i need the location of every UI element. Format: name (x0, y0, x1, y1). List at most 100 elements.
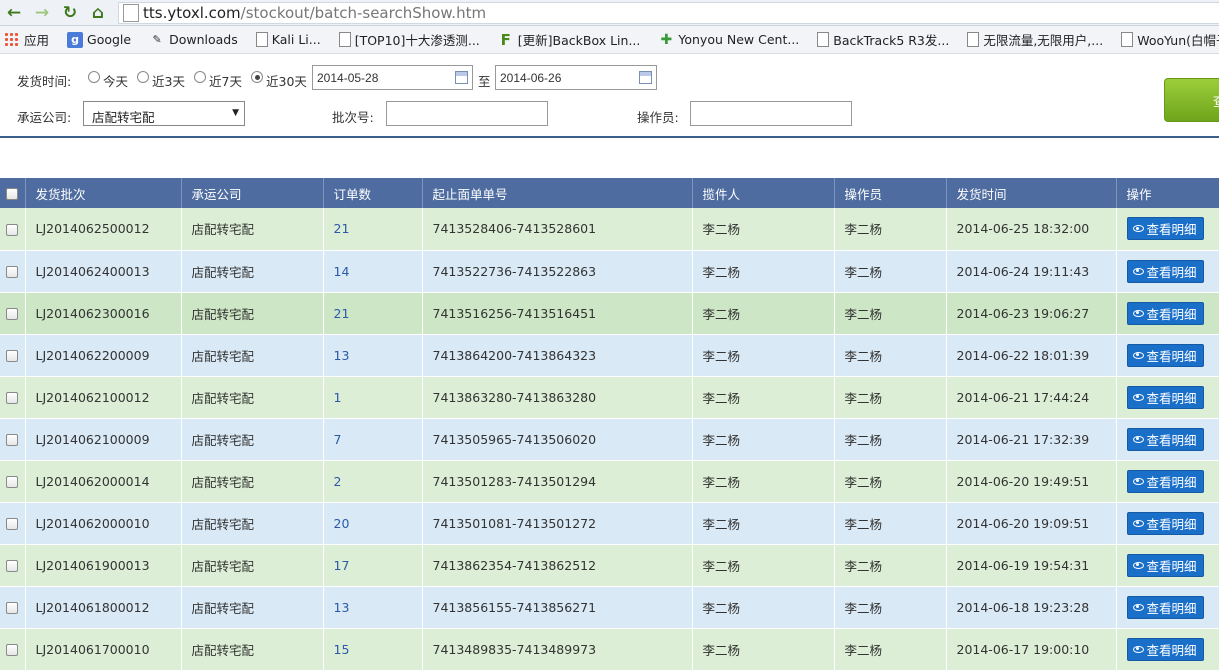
row-checkbox[interactable] (6, 266, 19, 278)
radio-7days[interactable] (194, 71, 206, 83)
bookmark-item[interactable]: ✚ Yonyou New Cent... (658, 32, 800, 48)
radio-3days[interactable] (137, 71, 149, 83)
browser-address-bar: ← → ↻ ⌂ tts.ytoxl.com/stockout/batch-sea… (0, 0, 1219, 26)
header-waybill-range[interactable]: 起止面单单号 (422, 178, 693, 208)
table-row: LJ2014061900013 店配转宅配 17 7413862354-7413862… (0, 544, 1219, 587)
orders-cell[interactable]: 2 (323, 460, 423, 503)
operator-cell: 李二杨 (834, 628, 947, 671)
home-icon[interactable]: ⌂ (84, 0, 112, 26)
ship-time-cell: 2014-06-23 19:06:27 (946, 292, 1117, 335)
row-checkbox[interactable] (6, 434, 19, 446)
orders-cell[interactable]: 15 (323, 628, 423, 671)
url-field[interactable]: tts.ytoxl.com/stockout/batch-searchShow.… (118, 1, 1219, 24)
search-button[interactable]: 查 (1164, 78, 1219, 122)
batch-cell: LJ2014062200009 (25, 334, 182, 377)
carrier-cell: 店配转宅配 (181, 502, 324, 545)
select-all-checkbox[interactable] (6, 188, 19, 200)
view-detail-button[interactable]: 查看明细 (1126, 259, 1204, 283)
header-ship-time[interactable]: 发货时间 (946, 178, 1117, 208)
back-arrow-icon[interactable]: ← (0, 0, 28, 26)
orders-cell[interactable]: 13 (323, 586, 423, 629)
carrier-select[interactable]: 店配转宅配 ▼ (83, 101, 245, 126)
date-to-input[interactable]: 2014-06-26 (495, 65, 657, 90)
view-detail-button[interactable]: 查看明细 (1126, 301, 1204, 325)
picker-cell: 李二杨 (692, 376, 835, 419)
view-detail-button[interactable]: 查看明细 (1126, 385, 1204, 409)
row-checkbox[interactable] (6, 476, 19, 488)
action-cell: 查看明细 (1116, 586, 1219, 629)
bookmark-label: 应用 (24, 33, 50, 48)
orders-cell[interactable]: 21 (323, 292, 423, 335)
orders-cell[interactable]: 7 (323, 418, 423, 461)
bookmark-item[interactable]: [TOP10]十大渗透测... (338, 30, 480, 49)
radio-30days[interactable] (251, 71, 263, 83)
view-detail-button[interactable]: 查看明细 (1126, 469, 1204, 493)
bookmark-item[interactable]: ✎ Downloads (149, 32, 238, 48)
waybill-range-cell: 7413856155-7413856271 (422, 586, 693, 629)
radio-today[interactable] (88, 71, 100, 83)
view-detail-button[interactable]: 查看明细 (1126, 427, 1204, 451)
row-checkbox[interactable] (6, 350, 19, 362)
header-batch[interactable]: 发货批次 (25, 178, 182, 208)
view-detail-button[interactable]: 查看明细 (1126, 511, 1204, 535)
reload-icon[interactable]: ↻ (56, 0, 84, 26)
row-select-cell (0, 208, 26, 251)
date-from-input[interactable]: 2014-05-28 (312, 65, 473, 90)
bookmark-item[interactable]: BackTrack5 R3发... (817, 30, 949, 49)
orders-cell[interactable]: 13 (323, 334, 423, 377)
view-detail-button[interactable]: 查看明细 (1126, 637, 1204, 661)
row-checkbox[interactable] (6, 223, 19, 236)
view-detail-button[interactable]: 查看明细 (1126, 553, 1204, 577)
orders-cell[interactable]: 20 (323, 502, 423, 545)
row-select-cell (0, 418, 26, 461)
page-icon (1121, 32, 1134, 47)
carrier-cell: 店配转宅配 (181, 460, 324, 503)
view-detail-label: 查看明细 (1146, 642, 1197, 658)
header-picker[interactable]: 揽件人 (692, 178, 835, 208)
table-header-row: 发货批次 承运公司 订单数 起止面单单号 揽件人 操作员 发货时间 操作 (0, 178, 1219, 208)
orders-cell[interactable]: 21 (323, 208, 423, 251)
view-detail-label: 查看明细 (1146, 516, 1197, 532)
page-icon (338, 32, 351, 47)
action-cell: 查看明细 (1116, 418, 1219, 461)
row-checkbox[interactable] (6, 392, 19, 404)
picker-cell: 李二杨 (692, 292, 835, 335)
operator-cell: 李二杨 (834, 376, 947, 419)
row-checkbox[interactable] (6, 644, 19, 656)
row-checkbox[interactable] (6, 602, 19, 614)
bookmark-item[interactable]: 应用 (4, 30, 49, 49)
header-operator[interactable]: 操作员 (834, 178, 947, 208)
orders-cell[interactable]: 17 (323, 544, 423, 587)
bookmark-item[interactable]: WooYun(白帽子技... (1121, 30, 1219, 49)
bookmark-item[interactable]: F [更新]BackBox Lin... (498, 30, 641, 49)
orders-cell[interactable]: 1 (323, 376, 423, 419)
radio-7days-label: 近7天 (209, 74, 242, 89)
bookmark-item[interactable]: 无限流量,无限用户,... (967, 30, 1103, 49)
header-action: 操作 (1116, 178, 1219, 208)
page-icon (817, 32, 830, 47)
carrier-label: 承运公司: (17, 110, 72, 125)
forward-arrow-icon[interactable]: → (28, 0, 56, 26)
row-checkbox[interactable] (6, 560, 19, 572)
bookmark-item[interactable]: Kali Li... (255, 32, 321, 47)
select-all-cell (0, 178, 26, 208)
header-orders[interactable]: 订单数 (323, 178, 423, 208)
ship-time-label: 发货时间: (17, 74, 72, 89)
view-detail-button[interactable]: 查看明细 (1126, 595, 1204, 619)
picker-cell: 李二杨 (692, 460, 835, 503)
bookmark-label: Google (87, 32, 132, 47)
carrier-cell: 店配转宅配 (181, 292, 324, 335)
batch-number-input[interactable] (386, 101, 548, 126)
calendar-icon[interactable] (455, 71, 468, 84)
orders-cell[interactable]: 14 (323, 250, 423, 293)
waybill-range-cell: 7413516256-7413516451 (422, 292, 693, 335)
action-cell: 查看明细 (1116, 502, 1219, 545)
header-carrier[interactable]: 承运公司 (181, 178, 324, 208)
view-detail-button[interactable]: 查看明细 (1126, 217, 1204, 241)
bookmark-item[interactable]: g Google (67, 31, 132, 48)
calendar-icon[interactable] (639, 71, 652, 84)
row-checkbox[interactable] (6, 518, 19, 530)
row-checkbox[interactable] (6, 308, 19, 320)
operator-input[interactable] (690, 101, 852, 126)
view-detail-button[interactable]: 查看明细 (1126, 343, 1204, 367)
